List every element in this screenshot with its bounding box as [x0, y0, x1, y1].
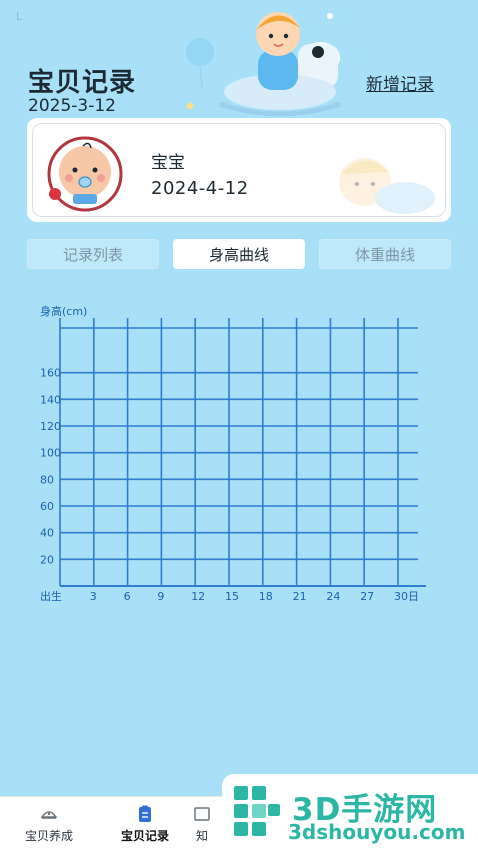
x-tick-label: 18 — [259, 590, 273, 603]
status-mark: L — [16, 10, 23, 23]
y-tick-label: 40 — [40, 527, 54, 540]
baby-on-rocking-horse-illustration — [186, 12, 341, 117]
y-tick-label: 80 — [40, 473, 54, 486]
baby-profile-card-inner: 宝宝 2024-4-12 — [32, 123, 446, 217]
current-date: 2025-3-12 — [28, 96, 116, 116]
x-tick-label: 15 — [225, 590, 239, 603]
y-tick-label: 60 — [40, 500, 54, 513]
y-tick-label: 120 — [40, 420, 61, 433]
x-tick-label: 6 — [124, 590, 131, 603]
baby-icon — [40, 811, 58, 819]
y-tick-label: 160 — [40, 367, 61, 380]
y-tick-label: 20 — [40, 553, 54, 566]
baby-card-decoration — [339, 158, 435, 214]
page-title: 宝贝记录 — [28, 68, 137, 98]
avatar — [47, 136, 123, 212]
x-tick-label: 出生 — [40, 589, 62, 603]
tab-height-curve[interactable]: 身高曲线 — [173, 239, 305, 269]
nav-item-baby-care[interactable]: 宝贝养成 — [4, 797, 94, 850]
clipboard-icon — [139, 805, 151, 822]
x-tick-label: 3 — [90, 590, 97, 603]
nav-label-baby-care: 宝贝养成 — [24, 829, 73, 843]
x-tick-label: 27 — [360, 590, 374, 603]
nav-label-knowledge: 知 — [195, 829, 208, 843]
site-watermark: 3D手游网 3dshouyou.com — [222, 774, 478, 850]
nav-label-baby-record: 宝贝记录 — [120, 829, 169, 843]
baby-name: 宝宝 — [151, 153, 185, 173]
add-record-button[interactable]: 新增记录 — [366, 70, 434, 95]
baby-profile-card[interactable]: 宝宝 2024-4-12 — [27, 118, 451, 222]
record-tabs: 记录列表 身高曲线 体重曲线 — [27, 239, 451, 269]
height-growth-chart: 身高(cm) 20 40 60 80 100 120 140 160 出生 3 6 9 12 15 18 21 2… — [40, 304, 426, 603]
baby-birth-date: 2024-4-12 — [151, 178, 249, 199]
tab-weight-curve[interactable]: 体重曲线 — [319, 239, 451, 269]
book-icon — [194, 807, 210, 821]
y-tick-label: 140 — [40, 393, 61, 406]
x-tick-label: 12 — [191, 590, 205, 603]
y-axis-label: 身高(cm) — [40, 304, 87, 318]
x-tick-label: 24 — [326, 590, 340, 603]
x-tick-label: 9 — [157, 590, 164, 603]
y-tick-label: 100 — [40, 447, 61, 460]
watermark-logo — [234, 786, 280, 836]
watermark-subtitle: 3dshouyou.com — [288, 820, 466, 844]
x-tick-label: 30日 — [394, 590, 419, 603]
x-tick-label: 21 — [293, 590, 307, 603]
tab-record-list[interactable]: 记录列表 — [27, 239, 159, 269]
